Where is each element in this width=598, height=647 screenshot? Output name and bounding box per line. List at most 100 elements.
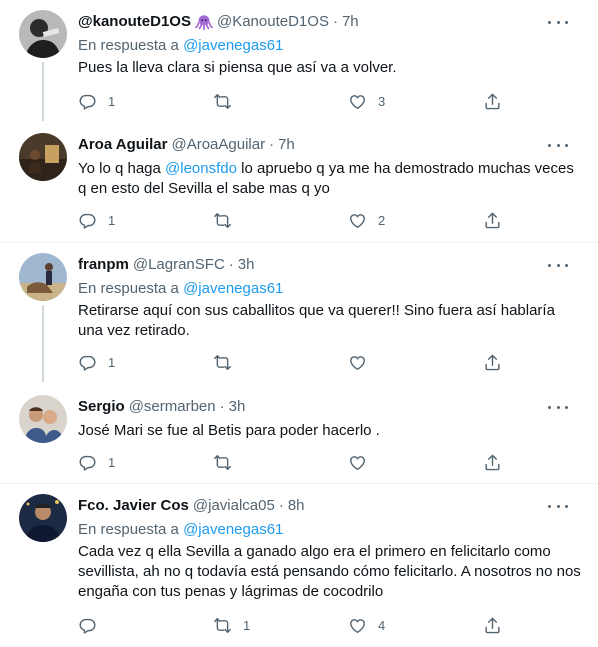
avatar[interactable] [19, 133, 67, 181]
separator-dot: · [332, 13, 338, 30]
avatar[interactable] [19, 10, 67, 58]
avatar[interactable] [19, 253, 67, 301]
share-icon [483, 616, 502, 635]
share-button[interactable] [483, 452, 502, 472]
retweet-icon [213, 453, 232, 472]
timestamp[interactable]: 8h [288, 496, 305, 516]
reply-button[interactable]: 1 [78, 452, 115, 472]
like-button[interactable] [348, 352, 378, 372]
text-mention[interactable]: @leonsfdo [165, 160, 237, 177]
share-icon [483, 453, 502, 472]
retweet-icon [213, 92, 232, 111]
user-handle[interactable]: @AroaAguilar [171, 135, 265, 155]
more-options-icon[interactable] [548, 498, 568, 514]
reply-to-mention[interactable]: @javenegas61 [183, 37, 283, 54]
avatar[interactable] [19, 395, 67, 443]
reply-prefix: En respuesta a [78, 280, 179, 297]
like-button[interactable]: 4 [348, 615, 385, 635]
like-icon [348, 92, 367, 111]
like-count: 4 [378, 617, 386, 633]
action-bar: 1 [0, 352, 598, 372]
more-options-icon[interactable] [548, 257, 568, 273]
like-button[interactable] [348, 452, 378, 472]
retweet-button[interactable]: 1 [213, 615, 250, 635]
display-name[interactable]: Fco. Javier Cos [78, 496, 189, 516]
tweet-text: José Mari se fue al Betis para poder hac… [78, 422, 380, 439]
tweet-card[interactable]: Sergio @sermarben · 3h José Mari se fue … [0, 382, 598, 483]
action-bar: 1 2 [0, 210, 598, 230]
separator-dot: · [228, 256, 234, 273]
separator-dot: · [219, 398, 225, 415]
retweet-button[interactable] [213, 352, 243, 372]
share-button[interactable] [483, 210, 502, 230]
retweet-icon [213, 353, 232, 372]
action-bar: 1 3 [0, 91, 598, 111]
retweet-icon [213, 616, 232, 635]
like-button[interactable]: 2 [348, 210, 385, 230]
like-button[interactable]: 3 [348, 91, 385, 111]
display-name[interactable]: Aroa Aguilar [78, 135, 167, 155]
timestamp[interactable]: 3h [238, 255, 255, 275]
share-icon [483, 353, 502, 372]
more-options-icon[interactable] [548, 14, 568, 30]
reply-icon [78, 92, 97, 111]
replying-to: En respuesta a @javenegas61 [78, 279, 582, 299]
avatar[interactable] [19, 494, 67, 542]
replying-to: En respuesta a @javenegas61 [78, 36, 582, 56]
tweet-card[interactable]: Aroa Aguilar @AroaAguilar · 7h Yo lo q h… [0, 121, 598, 242]
timestamp[interactable]: 3h [229, 397, 246, 417]
display-name[interactable]: Sergio [78, 397, 125, 417]
octopus-emoji-icon [194, 13, 213, 31]
tweet-text: Yo lo q haga @leonsfdo lo apruebo q ya m… [78, 159, 582, 199]
reply-count: 1 [108, 454, 116, 470]
retweet-button[interactable] [213, 210, 243, 230]
like-icon [348, 211, 367, 230]
tweet-text: Pues la lleva clara si piensa que así va… [78, 59, 397, 76]
reply-count: 1 [108, 354, 116, 370]
tweet-card[interactable]: @kanouteD1OS @KanouteD1OS · 7h En respue… [0, 0, 598, 121]
tweet-card[interactable]: Fco. Javier Cos @javialca05 · 8h En resp… [0, 484, 598, 647]
tweet-text: Cada vez q ella Sevilla a ganado algo er… [78, 543, 581, 600]
separator-dot: · [269, 136, 275, 153]
like-icon [348, 353, 367, 372]
share-button[interactable] [483, 91, 502, 111]
display-name[interactable]: @kanouteD1OS [78, 12, 191, 32]
user-handle[interactable]: @KanouteD1OS [217, 12, 329, 32]
reply-to-mention[interactable]: @javenegas61 [183, 521, 283, 538]
reply-icon [78, 353, 97, 372]
like-icon [348, 616, 367, 635]
action-bar: 1 4 [0, 615, 598, 635]
display-name[interactable]: franpm [78, 255, 129, 275]
replies-feed: @kanouteD1OS @KanouteD1OS · 7h En respue… [0, 0, 598, 647]
reply-button[interactable]: 1 [78, 210, 115, 230]
more-options-icon[interactable] [548, 137, 568, 153]
reply-to-mention[interactable]: @javenegas61 [183, 280, 283, 297]
reply-button[interactable]: 1 [78, 352, 115, 372]
like-icon [348, 453, 367, 472]
tweet-card[interactable]: franpm @LagranSFC · 3h En respuesta a @j… [0, 243, 598, 382]
reply-prefix: En respuesta a [78, 37, 179, 54]
retweet-button[interactable] [213, 452, 243, 472]
timestamp[interactable]: 7h [342, 12, 359, 32]
reply-icon [78, 616, 97, 635]
like-count: 2 [378, 212, 386, 228]
like-count: 3 [378, 93, 386, 109]
reply-count: 1 [108, 93, 116, 109]
reply-count: 1 [108, 212, 116, 228]
retweet-icon [213, 211, 232, 230]
reply-button[interactable]: 1 [78, 91, 115, 111]
reply-button[interactable] [78, 615, 108, 635]
share-icon [483, 211, 502, 230]
reply-prefix: En respuesta a [78, 521, 179, 538]
user-handle[interactable]: @LagranSFC [133, 255, 225, 275]
user-handle[interactable]: @javialca05 [193, 496, 275, 516]
user-handle[interactable]: @sermarben [129, 397, 216, 417]
share-button[interactable] [483, 615, 502, 635]
more-options-icon[interactable] [548, 399, 568, 415]
share-button[interactable] [483, 352, 502, 372]
timestamp[interactable]: 7h [278, 135, 295, 155]
replying-to: En respuesta a @javenegas61 [78, 520, 582, 540]
retweet-button[interactable] [213, 91, 243, 111]
tweet-text: Retirarse aquí con sus caballitos que va… [78, 302, 555, 339]
tweet-text-part: Yo lo q haga [78, 160, 161, 177]
